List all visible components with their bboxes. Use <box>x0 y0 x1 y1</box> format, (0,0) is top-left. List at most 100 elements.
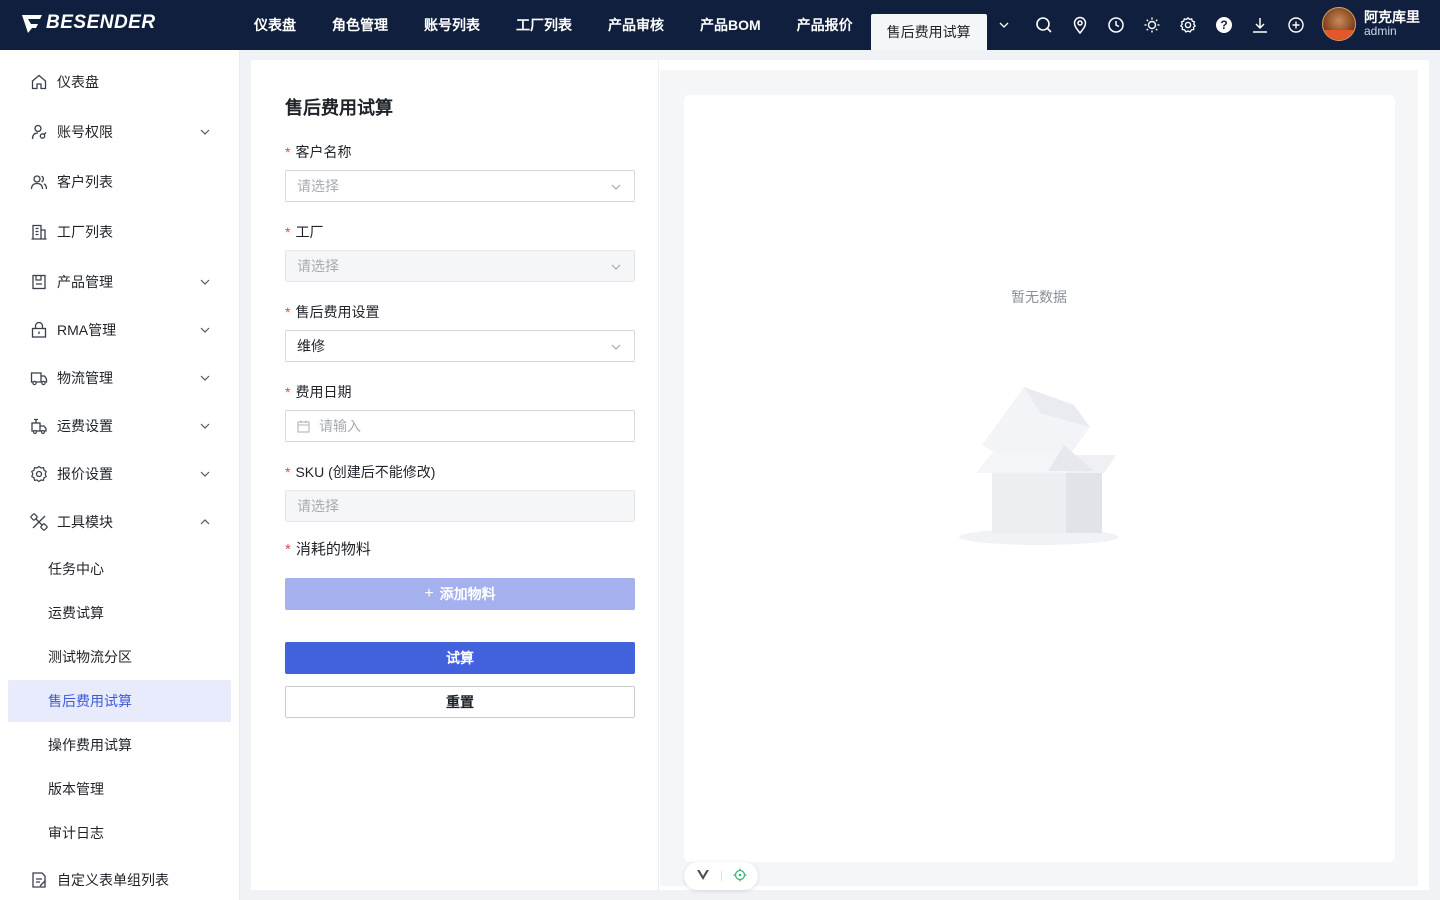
sidebar-item-rma[interactable]: RMA管理 <box>8 310 231 350</box>
form-icon <box>30 871 48 889</box>
help-icon: ? <box>1216 17 1232 33</box>
vue-devtools-icon[interactable] <box>696 868 710 885</box>
sidebar-item-label: 账号权限 <box>57 124 113 140</box>
clock-icon <box>1108 17 1124 33</box>
sidebar-item-custom-forms[interactable]: 自定义表单组列表 <box>8 860 231 900</box>
fee-setting-select[interactable]: 维修 <box>285 330 635 362</box>
location-button[interactable] <box>1062 0 1098 50</box>
required-mark: * <box>285 304 291 320</box>
sidebar-item-factories[interactable]: 工厂列表 <box>8 212 231 252</box>
add-button[interactable] <box>1278 0 1314 50</box>
theme-button[interactable] <box>1134 0 1170 50</box>
customer-select-placeholder: 请选择 <box>297 178 339 194</box>
required-mark: * <box>285 384 291 400</box>
sku-select-placeholder: 请选择 <box>297 498 339 514</box>
sidebar-item-shipping-settings[interactable]: 运费设置 <box>8 406 231 446</box>
user-menu[interactable]: 阿克库里 admin <box>1322 7 1420 41</box>
nav-item-roles[interactable]: 角色管理 <box>314 0 406 50</box>
sidebar-item-products[interactable]: 产品管理 <box>8 262 231 302</box>
add-material-label: 添加物料 <box>439 586 496 602</box>
nav-item-product-bom[interactable]: 产品BOM <box>682 0 779 50</box>
top-bar: BESENDER 仪表盘 角色管理 账号列表 工厂列表 产品审核 产品BOM 产… <box>0 0 1440 50</box>
sidebar-item-label: 物流管理 <box>57 370 113 386</box>
sidebar-subitem-operation-calc[interactable]: 操作费用试算 <box>8 724 231 766</box>
settings-button[interactable] <box>1170 0 1206 50</box>
sidebar-item-label: 客户列表 <box>57 174 113 190</box>
sidebar-item-dashboard[interactable]: 仪表盘 <box>8 62 231 102</box>
chevron-down-icon <box>611 344 621 350</box>
form-pane: 售后费用试算 * 客户名称 请选择 * 工厂 请选择 * 售后费用设置 维修 * 费用日… <box>251 60 659 890</box>
top-nav: 仪表盘 角色管理 账号列表 工厂列表 产品审核 产品BOM 产品报价 售后费用试… <box>236 0 1021 50</box>
customer-select[interactable]: 请选择 <box>285 170 635 202</box>
required-mark: * <box>285 144 291 160</box>
sidebar-item-account-permissions[interactable]: 账号权限 <box>8 112 231 152</box>
brand-logo[interactable]: BESENDER <box>20 12 156 34</box>
factory-select[interactable]: 请选择 <box>285 250 635 282</box>
search-icon <box>1036 17 1052 33</box>
logo-mark-icon <box>22 15 42 33</box>
chevron-down-icon <box>611 264 621 270</box>
sidebar-item-label: 自定义表单组列表 <box>57 872 169 888</box>
plus-icon: + <box>424 585 434 602</box>
nav-item-accounts[interactable]: 账号列表 <box>406 0 498 50</box>
chevron-down-icon <box>200 423 210 429</box>
nav-item-factories[interactable]: 工厂列表 <box>498 0 590 50</box>
chevron-down-icon <box>200 375 210 381</box>
fee-date-label: * 费用日期 <box>285 384 352 400</box>
sidebar-subitem-logistics-zones[interactable]: 测试物流分区 <box>8 636 231 678</box>
add-material-button[interactable]: + 添加物料 <box>285 578 635 610</box>
sidebar-item-quote-settings[interactable]: 报价设置 <box>8 454 231 494</box>
sidebar-item-label: 运费设置 <box>57 418 113 434</box>
fee-date-placeholder: 请输入 <box>319 418 361 434</box>
fee-setting-label: * 售后费用设置 <box>285 304 380 320</box>
lock-bag-icon <box>30 321 48 339</box>
nav-item-product-review[interactable]: 产品审核 <box>590 0 682 50</box>
target-icon[interactable] <box>733 868 747 885</box>
sidebar-subitem-versions[interactable]: 版本管理 <box>8 768 231 810</box>
download-button[interactable] <box>1242 0 1278 50</box>
chevron-down-icon <box>200 279 210 285</box>
chevron-down-icon <box>200 327 210 333</box>
result-pane: 暂无数据 <box>660 70 1418 886</box>
users-icon <box>30 173 48 191</box>
help-button[interactable]: ? <box>1206 0 1242 50</box>
sidebar: 仪表盘 账号权限 客户列表 工厂列表 产品管理 RMA管理 物流管理 运费设置 … <box>0 50 240 900</box>
sun-icon <box>1144 17 1160 33</box>
shipping-icon <box>30 417 48 435</box>
reset-button[interactable]: 重置 <box>285 686 635 718</box>
required-mark: * <box>285 541 291 558</box>
nav-item-aftersale-calc[interactable]: 售后费用试算 <box>870 14 987 50</box>
main-content: 售后费用试算 * 客户名称 请选择 * 工厂 请选择 * 售后费用设置 维修 * 费用日… <box>251 60 1429 890</box>
history-button[interactable] <box>1098 0 1134 50</box>
sidebar-item-label: RMA管理 <box>57 322 117 338</box>
sidebar-subitem-aftersale-calc[interactable]: 售后费用试算 <box>8 680 231 722</box>
nav-item-product-quote[interactable]: 产品报价 <box>779 0 871 50</box>
building-icon <box>30 223 48 241</box>
sidebar-item-tools[interactable]: 工具模块 <box>8 502 231 542</box>
calculate-button[interactable]: 试算 <box>285 642 635 674</box>
sidebar-subitem-audit-log[interactable]: 审计日志 <box>8 812 231 854</box>
factory-label: * 工厂 <box>285 224 324 240</box>
nav-more-button[interactable] <box>987 0 1021 50</box>
sidebar-item-label: 产品管理 <box>57 274 113 290</box>
fee-date-input[interactable]: 请输入 <box>285 410 635 442</box>
sku-label: * SKU (创建后不能修改) <box>285 464 436 480</box>
avatar[interactable] <box>1322 7 1356 41</box>
tools-icon <box>30 513 48 531</box>
nav-item-dashboard[interactable]: 仪表盘 <box>236 0 314 50</box>
sidebar-item-customers[interactable]: 客户列表 <box>8 162 231 202</box>
sku-select[interactable]: 请选择 <box>285 490 635 522</box>
sidebar-subitem-task-center[interactable]: 任务中心 <box>8 548 231 590</box>
chevron-down-icon <box>200 471 210 477</box>
sidebar-item-label: 报价设置 <box>57 466 113 482</box>
search-button[interactable] <box>1026 0 1062 50</box>
user-key-icon <box>30 123 48 141</box>
brand-name: BESENDER <box>46 12 156 33</box>
fee-setting-value: 维修 <box>297 338 325 354</box>
user-name: 阿克库里 <box>1364 8 1420 25</box>
sidebar-item-logistics[interactable]: 物流管理 <box>8 358 231 398</box>
home-icon <box>30 73 48 91</box>
header-tools: ? <box>1026 0 1314 50</box>
sidebar-subitem-freight-calc[interactable]: 运费试算 <box>8 592 231 634</box>
settings-icon <box>30 465 48 483</box>
